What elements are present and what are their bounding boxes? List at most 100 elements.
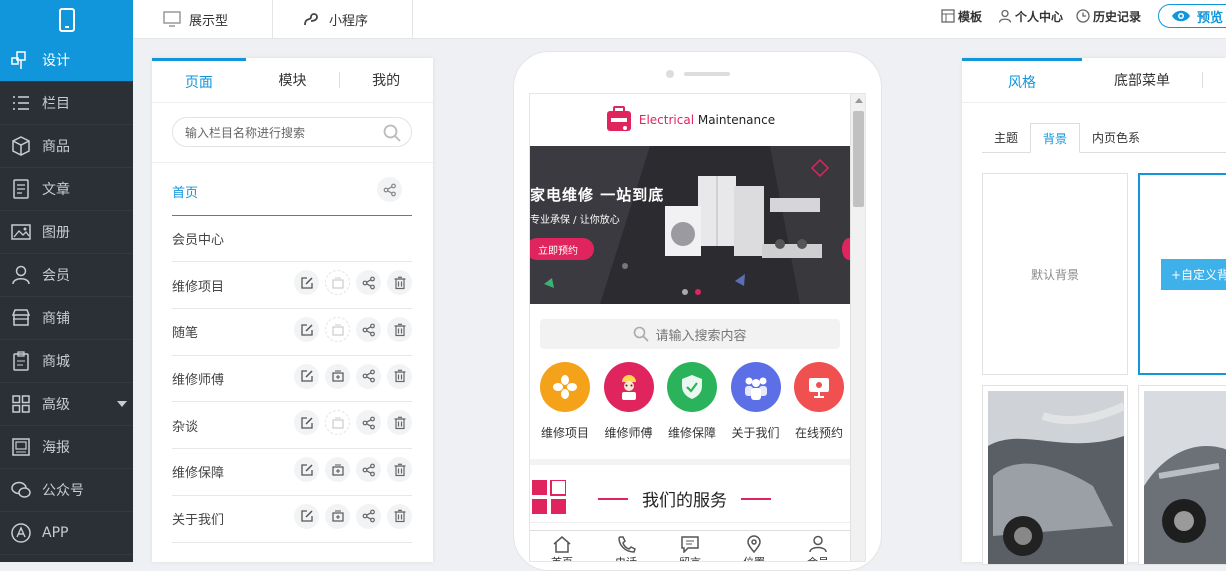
edit-icon[interactable] <box>294 363 319 389</box>
trash-icon[interactable] <box>387 410 412 436</box>
share-icon[interactable] <box>356 317 381 343</box>
page-row-misc[interactable]: 杂谈 <box>172 402 412 450</box>
page-row-essay[interactable]: 随笔 <box>172 309 412 356</box>
page-row-member-center[interactable]: 会员中心 <box>172 216 412 263</box>
trash-icon[interactable] <box>387 270 412 296</box>
bottom-nav-home[interactable]: 首页 <box>551 531 573 561</box>
banner-title: 家电维修 一站到底 <box>530 186 665 204</box>
site-search-input[interactable]: 请输入搜索内容 <box>540 319 840 349</box>
preview-button[interactable]: 预览 <box>1158 4 1226 28</box>
trash-icon[interactable] <box>387 317 412 343</box>
tab-pages[interactable]: 页面 <box>152 58 246 102</box>
trash-icon[interactable] <box>387 457 412 483</box>
sidebar-item-members[interactable]: 会员 <box>0 254 133 297</box>
edit-icon[interactable] <box>294 317 319 343</box>
custom-background-button[interactable]: +自定义背景 <box>1161 259 1226 290</box>
trash-icon[interactable] <box>387 503 412 529</box>
bottom-nav-location[interactable]: 位置 <box>743 531 765 561</box>
scrollbar-thumb[interactable] <box>853 111 864 207</box>
sidebar-item-poster[interactable]: 海报 <box>0 426 133 469</box>
history-link[interactable]: 历史记录 <box>1076 0 1141 32</box>
copy-icon[interactable] <box>325 363 350 389</box>
sidebar-item-label: 公众号 <box>42 483 84 499</box>
background-option-car-2[interactable] <box>1138 385 1226 565</box>
tab-style[interactable]: 风格 <box>962 58 1082 102</box>
edit-icon[interactable] <box>294 457 319 483</box>
sidebar-item-wechat[interactable]: 公众号 <box>0 469 133 512</box>
share-icon[interactable] <box>356 410 381 436</box>
background-option-car-1[interactable] <box>982 385 1128 565</box>
top-bar: 展示型 小程序 模板 个人中心 历史记录 预览 <box>0 0 1226 39</box>
tab-miniprogram-label: 小程序 <box>329 13 369 29</box>
trash-icon[interactable] <box>387 363 412 389</box>
page-row-home[interactable]: 首页 <box>172 169 412 216</box>
quick-link-booking[interactable]: 在线预约 <box>788 362 850 441</box>
mobile-device-icon[interactable] <box>0 0 133 39</box>
subtab-inner-colors[interactable]: 内页色系 <box>1080 123 1152 152</box>
sidebar-item-articles[interactable]: 文章 <box>0 168 133 211</box>
page-search-input[interactable]: 输入栏目名称进行搜索 <box>172 117 412 147</box>
carousel-dot-active[interactable] <box>695 289 701 295</box>
page-row-technicians[interactable]: 维修师傅 <box>172 356 412 403</box>
edit-icon[interactable] <box>294 503 319 529</box>
banner-book-button[interactable]: 立即预约 <box>530 238 594 260</box>
tab-bottom-menu[interactable]: 底部菜单 <box>1082 58 1202 102</box>
list-icon <box>10 92 32 114</box>
sidebar-item-app[interactable]: APP <box>0 512 133 555</box>
eye-icon <box>1171 10 1191 22</box>
copy-icon[interactable] <box>325 457 350 483</box>
edit-icon[interactable] <box>294 270 319 296</box>
sidebar-item-advanced[interactable]: 高级 <box>0 383 133 426</box>
share-icon[interactable] <box>356 270 381 296</box>
search-icon[interactable] <box>383 124 401 142</box>
sidebar-item-shop[interactable]: 商铺 <box>0 297 133 340</box>
flower-icon <box>540 362 590 412</box>
site-logo[interactable]: Electrical Maintenance <box>530 94 850 146</box>
share-icon[interactable] <box>356 503 381 529</box>
chevron-down-icon <box>117 401 127 407</box>
hero-banner[interactable]: 家电维修 一站到底 专业承保 / 让你放心 立即预约 <box>530 146 850 304</box>
services-section: 我们的服务 <box>530 478 850 523</box>
bottom-nav-message[interactable]: 留言 <box>679 531 701 561</box>
scroll-up-icon[interactable] <box>855 98 863 103</box>
page-row-repair-items[interactable]: 维修项目 <box>172 262 412 310</box>
title-line-right <box>741 497 771 500</box>
tab-modules[interactable]: 模块 <box>246 58 340 102</box>
phone-scrollbar[interactable] <box>850 94 865 561</box>
sidebar-item-design[interactable]: 设计 <box>0 39 133 82</box>
user-center-link[interactable]: 个人中心 <box>998 0 1063 32</box>
sidebar-item-albums[interactable]: 图册 <box>0 211 133 254</box>
quick-link-technicians[interactable]: 维修师傅 <box>598 362 660 441</box>
banner-subtitle: 专业承保 / 让你放心 <box>530 215 620 226</box>
quick-link-about[interactable]: 关于我们 <box>725 362 787 441</box>
share-icon[interactable] <box>356 457 381 483</box>
sidebar-item-products[interactable]: 商品 <box>0 125 133 168</box>
tab-miniprogram[interactable]: 小程序 <box>273 0 413 38</box>
page-row-label: 维修师傅 <box>172 373 225 389</box>
template-link[interactable]: 模板 <box>941 0 982 32</box>
carousel-dot[interactable] <box>682 289 688 295</box>
tab-display-type[interactable]: 展示型 <box>133 0 273 38</box>
default-background-tile[interactable]: 默认背景 <box>982 173 1128 375</box>
quick-link-guarantee[interactable]: 维修保障 <box>661 362 723 441</box>
tab-mine[interactable]: 我的 <box>339 58 433 102</box>
sidebar: 设计 栏目 商品 文章 图册 会员 商铺 商城 高级 海报 公众号 APP <box>0 39 133 562</box>
page-row-about[interactable]: 关于我们 <box>172 496 412 543</box>
sidebar-item-mall[interactable]: 商城 <box>0 340 133 383</box>
user-center-label: 个人中心 <box>1015 9 1064 24</box>
share-icon[interactable] <box>377 177 402 202</box>
subtab-background[interactable]: 背景 <box>1030 123 1081 153</box>
sidebar-item-label: 文章 <box>42 182 70 198</box>
bottom-nav-member[interactable]: 会员 <box>807 531 829 561</box>
custom-background-tile[interactable]: +自定义背景 <box>1138 173 1226 375</box>
edit-icon[interactable] <box>294 410 319 436</box>
page-row-guarantee[interactable]: 维修保障 <box>172 449 412 496</box>
copy-icon[interactable] <box>325 503 350 529</box>
quick-link-repair-items[interactable]: 维修项目 <box>534 362 596 441</box>
page-row-label: 随笔 <box>172 326 199 342</box>
subtab-theme[interactable]: 主题 <box>982 123 1030 152</box>
share-icon[interactable] <box>356 363 381 389</box>
sidebar-item-columns[interactable]: 栏目 <box>0 82 133 125</box>
article-icon <box>10 178 32 200</box>
bottom-nav-phone[interactable]: 电话 <box>615 531 637 561</box>
